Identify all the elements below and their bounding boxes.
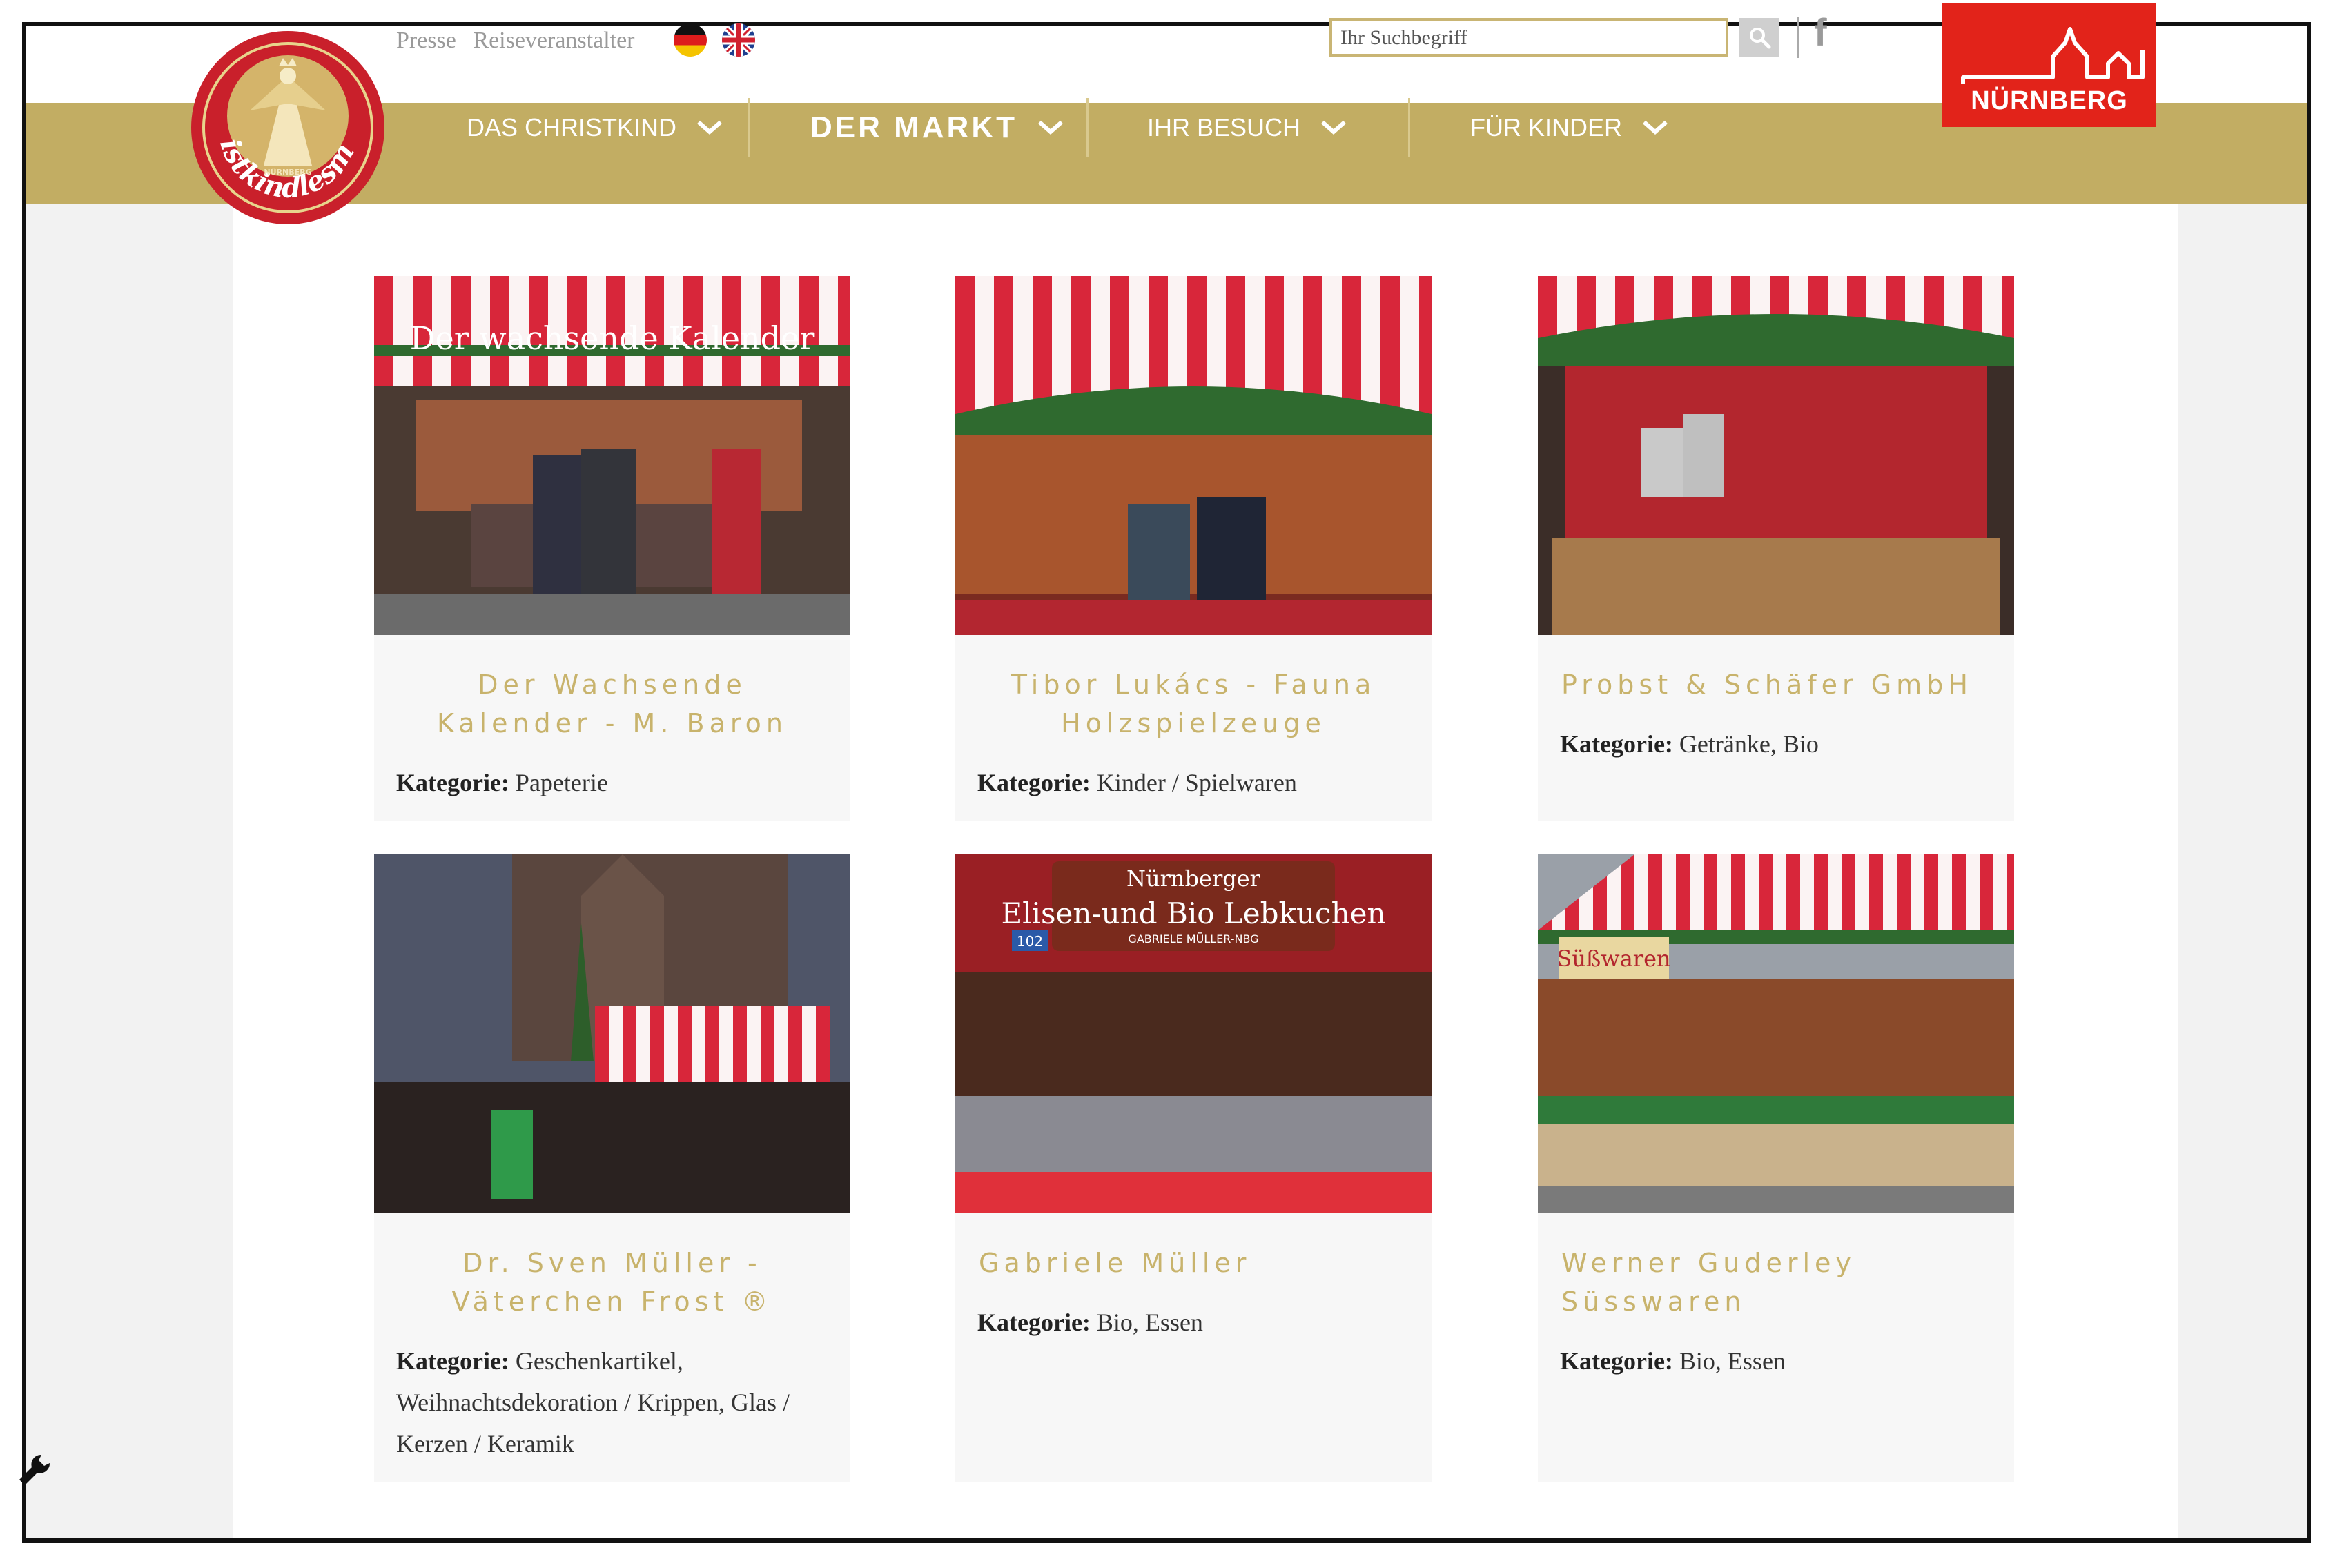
stall-sign-text: Elisen-und Bio Lebkuchen (1001, 896, 1385, 930)
vendor-card[interactable]: Der wachsende Kalender Der Wachsende Kal… (374, 276, 850, 821)
category-value: Papeterie (515, 769, 608, 796)
stall-photo[interactable]: Der wachsende Kalender (374, 276, 850, 635)
vendor-card[interactable]: Süßwaren Werner Guderley Süsswaren Kateg… (1538, 854, 2014, 1482)
nav-das-christkind[interactable]: DAS CHRISTKIND (467, 77, 723, 178)
nav-divider (1086, 98, 1089, 157)
category-label: Kategorie: (977, 769, 1091, 796)
nav-divider (1408, 98, 1410, 157)
chevron-down-icon (1038, 120, 1063, 135)
nav-label: FÜR KINDER (1470, 113, 1623, 141)
vendor-category: Kategorie: Kinder / Spielwaren (977, 762, 1409, 803)
category-label: Kategorie: (396, 1347, 509, 1375)
stall-photo[interactable]: Nürnberger Elisen-und Bio Lebkuchen GABR… (955, 854, 1432, 1213)
search-icon (1750, 28, 1771, 49)
category-label: Kategorie: (977, 1309, 1091, 1336)
vendor-title[interactable]: Probst & Schäfer GmbH (1561, 665, 1991, 704)
stall-sign-text: Der wachsende Kalender (410, 320, 815, 357)
nuernberg-city-logo[interactable]: NÜRNBERG (1942, 3, 2156, 127)
vendor-card[interactable]: Nürnberger Elisen-und Bio Lebkuchen GABR… (955, 854, 1432, 1482)
chevron-down-icon (697, 120, 723, 135)
wrench-icon[interactable] (14, 1449, 55, 1499)
nuernberg-label: NÜRNBERG (1971, 86, 2128, 115)
stall-sign-subtext: GABRIELE MÜLLER-NBG (1128, 932, 1258, 945)
vendor-card[interactable]: Dr. Sven Müller - Väterchen Frost ® Kate… (374, 854, 850, 1482)
vendor-card[interactable]: Probst & Schäfer GmbH Kategorie: Getränk… (1538, 276, 2014, 821)
category-value: Getränke, Bio (1679, 730, 1819, 758)
stall-photo[interactable] (1538, 276, 2014, 635)
vendor-title[interactable]: Tibor Lukács - Fauna Holzspielzeuge (979, 665, 1408, 743)
link-reiseveranstalter[interactable]: Reiseveranstalter (473, 28, 634, 53)
german-flag-icon[interactable] (674, 23, 707, 57)
stall-sign-top-text: Nürnberger (1126, 865, 1261, 892)
vendor-title[interactable]: Der Wachsende Kalender - M. Baron (398, 665, 827, 743)
stall-photo[interactable] (374, 854, 850, 1213)
nav-label: DAS CHRISTKIND (467, 113, 677, 141)
nav-ihr-besuch[interactable]: IHR BESUCH (1147, 77, 1347, 178)
chevron-down-icon (1643, 120, 1668, 135)
search-input[interactable]: Ihr Suchbegriff (1329, 18, 1728, 57)
stall-sign-text: Süßwaren (1556, 945, 1670, 972)
vendor-category: Kategorie: Papeterie (396, 762, 828, 803)
facebook-icon[interactable]: f (1814, 10, 1827, 55)
vendor-title[interactable]: Werner Guderley Süsswaren (1561, 1244, 1991, 1321)
category-value: Bio, Essen (1679, 1347, 1786, 1375)
nav-fuer-kinder[interactable]: FÜR KINDER (1470, 77, 1669, 178)
category-value: Bio, Essen (1096, 1309, 1203, 1336)
chevron-down-icon (1321, 120, 1347, 135)
castle-skyline-icon (1961, 27, 2145, 84)
vendor-category: Kategorie: Bio, Essen (977, 1302, 1409, 1343)
category-value: Kinder / Spielwaren (1096, 769, 1297, 796)
header-divider (1797, 17, 1799, 58)
link-presse[interactable]: Presse (396, 28, 456, 53)
nav-der-markt[interactable]: DER MARKT (810, 77, 1064, 178)
vendor-category: Kategorie: Getränke, Bio (1560, 723, 1992, 765)
stall-photo[interactable]: Süßwaren (1538, 854, 2014, 1213)
uk-flag-icon[interactable] (722, 23, 755, 57)
nav-label: IHR BESUCH (1147, 113, 1301, 141)
stall-photo[interactable] (955, 276, 1432, 635)
logo-subtext: NÜRNBERG (264, 167, 311, 177)
christkindlesmarkt-logo[interactable]: Christkindlesmarkt NÜRNBERG (177, 2, 388, 228)
category-label: Kategorie: (396, 769, 509, 796)
top-links: Presse Reiseveranstalter (396, 28, 646, 54)
vendor-category: Kategorie: Geschenkartikel, Weihnachtsde… (396, 1340, 828, 1464)
vendor-category: Kategorie: Bio, Essen (1560, 1340, 1992, 1382)
search-button[interactable] (1739, 18, 1779, 57)
category-label: Kategorie: (1560, 1347, 1673, 1375)
nav-divider (748, 98, 750, 157)
vendor-card[interactable]: Tibor Lukács - Fauna Holzspielzeuge Kate… (955, 276, 1432, 821)
category-label: Kategorie: (1560, 730, 1673, 758)
stall-number: 102 (1017, 933, 1043, 950)
vendor-title[interactable]: Gabriele Müller (979, 1244, 1408, 1282)
nav-label: DER MARKT (810, 110, 1017, 144)
vendor-title[interactable]: Dr. Sven Müller - Väterchen Frost ® (398, 1244, 827, 1321)
